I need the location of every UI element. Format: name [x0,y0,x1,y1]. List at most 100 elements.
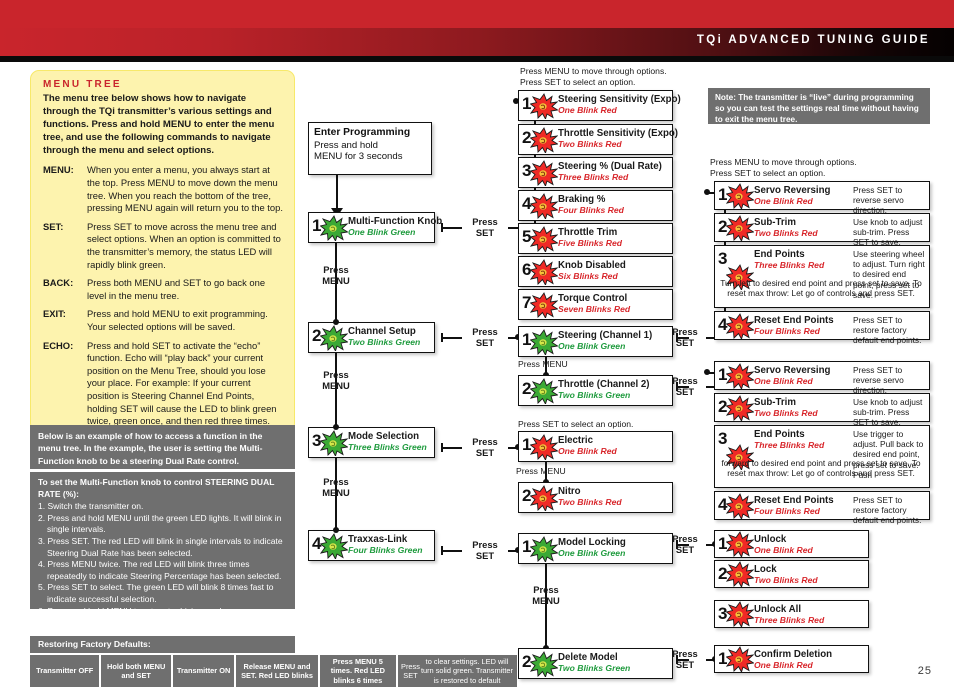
node-extra-note: forward to desired end point and press s… [721,458,921,479]
menu-tree-text: Press and hold MENU to exit programming.… [87,308,268,332]
node-end-points-throttle[interactable]: 3 End Points Three Blinks Red Use trigge… [714,425,930,488]
node-text: Lock Two Blinks Red [753,561,868,587]
node-knob-disabled[interactable]: 6 Knob Disabled Six Blinks Red [518,256,673,287]
table-cell-rest: to clear settings. LED will turn solid g… [420,656,513,685]
node-label: Steering (Channel 1) [558,330,653,341]
node-reset-end-points-throttle[interactable]: 4 Reset End Points Four Blinks Red Press… [714,491,930,525]
press-set-label: Press SET [472,436,498,458]
restore-defaults-heading: Restoring Factory Defaults: [30,636,295,653]
node-blink: Three Blinks Red [558,172,629,182]
menu-tree-row-back: BACK: Press both MENU and SET to go back… [43,277,284,302]
led-burst-red-icon [726,312,754,339]
enter-programming-line2: Press and hold [314,139,378,151]
hint-line1: Press MENU to move through options. [520,66,667,76]
connector-line [441,447,462,449]
led-burst-red-icon [530,483,558,512]
node-throttle-channel2[interactable]: 2 Throttle (Channel 2) Two Blinks Green [518,375,673,406]
led-burst-green-icon [530,327,558,356]
node-sub-trim-throttle[interactable]: 2 Sub-Trim Two Blinks Red Use knob to ad… [714,393,930,428]
led-burst-red-icon [726,646,754,672]
node-delete-model[interactable]: 2 Delete Model Two Blinks Green [518,648,673,679]
led-burst-red-icon [530,257,558,286]
node-model-locking[interactable]: 1 Model Locking One Blink Green [518,533,673,564]
node-braking-percent[interactable]: 4 Braking % Four Blinks Red [518,190,673,221]
node-label: Model Locking [558,537,626,548]
led-burst-red-icon [530,91,558,120]
node-multi-function-knob[interactable]: 1 Multi-Function Knob One Blink Green [308,212,442,243]
node-end-points-steering[interactable]: 3 End Points Three Blinks Red Use steeri… [714,245,930,308]
header-black-rule [0,56,954,62]
node-torque-control[interactable]: 7 Torque Control Seven Blinks Red [518,289,673,320]
node-description: Press SET to restore factory default end… [853,315,922,346]
node-extra-note: Turn left to desired end point and press… [720,278,922,299]
node-label: End Points [754,249,805,260]
led-burst-red-icon [530,224,558,253]
node-label: Unlock All [754,604,802,615]
node-electric[interactable]: 1 Electric One Blink Red [518,431,673,462]
node-blink: Two Blinks Red [754,408,818,418]
node-label: Lock [754,564,777,575]
node-text: Throttle (Channel 2) Two Blinks Green [557,376,672,405]
menu-tree-key: MENU: [43,164,74,176]
node-label: Steering Sensitivity (Expo) [558,94,681,105]
menu-tree-row-menu: MENU: When you enter a menu, you always … [43,164,284,214]
led-burst-green-icon [530,534,558,563]
node-channel-setup[interactable]: 2 Channel Setup Two Blinks Green [308,322,435,353]
node-traxxas-link[interactable]: 4 Traxxas-Link Four Blinks Green [308,530,435,561]
node-nitro[interactable]: 2 Nitro Two Blinks Red [518,482,673,513]
node-sub-trim-steering[interactable]: 2 Sub-Trim Two Blinks Red Use knob to ad… [714,213,930,247]
node-throttle-sensitivity[interactable]: 2 Throttle Sensitivity (Expo) Two Blinks… [518,124,678,155]
node-blink: Four Blinks Red [558,205,624,215]
menu-tree-text: When you enter a menu, you always start … [87,164,283,214]
node-lock[interactable]: 2 Lock Two Blinks Red [714,560,869,588]
node-label: Torque Control [558,293,628,304]
connector-dot [333,319,339,325]
node-servo-reversing-throttle[interactable]: 1 Servo Reversing One Blink Red Press SE… [714,361,930,395]
connector-line [441,337,462,339]
press-set-label: Press SET [672,375,698,397]
node-blink: Seven Blinks Red [558,304,631,314]
node-text: Sub-Trim Two Blinks Red [753,394,853,421]
node-label: Servo Reversing [754,365,831,376]
node-description: Use knob to adjust sub-trim. Press SET t… [853,397,923,428]
node-unlock[interactable]: 1 Unlock One Blink Red [714,530,869,558]
example-steps-panel: To set the Multi-Function knob to contro… [30,472,295,616]
node-blink: Three Blinks Green [348,442,427,452]
node-steering-percent[interactable]: 3 Steering % (Dual Rate) Three Blinks Re… [518,157,673,188]
press-set-label: Press SET [672,326,698,348]
menu-tree-intro: The menu tree below shows how to navigat… [43,93,275,157]
node-mode-selection[interactable]: 3 Mode Selection Three Blinks Green [308,427,435,458]
led-burst-red-icon [726,362,754,389]
menu-tree-heading: MENU TREE [43,79,122,90]
node-text: Nitro Two Blinks Red [557,483,672,512]
press-set-label: Press SET [672,648,698,670]
node-servo-reversing-steering[interactable]: 1 Servo Reversing One Blink Red Press SE… [714,181,930,215]
node-confirm-deletion[interactable]: 1 Confirm Deletion One Blink Red [714,645,869,673]
press-menu-inline-label: Press MENU [518,359,568,369]
node-text: Model Locking One Blink Green [557,534,672,563]
node-steering-sensitivity[interactable]: 1 Steering Sensitivity (Expo) One Blink … [518,90,681,121]
node-label: Mode Selection [348,431,420,442]
node-blink: Four Blinks Red [754,326,820,336]
node-label: Traxxas-Link [348,534,408,545]
node-text: Servo Reversing One Blink Red [753,362,853,389]
press-set-inline-label: Press SET to select an option. [518,419,634,429]
menu-tree-panel: MENU TREE The menu tree below shows how … [30,70,295,451]
page-number: 25 [917,665,932,677]
enter-programming-title: Enter Programming [314,127,411,138]
press-set-label: Press SET [472,539,498,561]
connector-dot [704,369,710,375]
node-unlock-all[interactable]: 3 Unlock All Three Blinks Red [714,600,869,628]
node-reset-end-points-steering[interactable]: 4 Reset End Points Four Blinks Red Press… [714,311,930,346]
press-menu-inline-label: Press MENU [516,466,566,476]
node-throttle-trim[interactable]: 5 Throttle Trim Five Blinks Red [518,223,673,254]
node-blink: One Blink Green [348,227,416,237]
press-set-label: Press SET [672,533,698,555]
node-text: Delete Model Two Blinks Green [557,649,672,678]
list-item: 4. Press MENU twice. The red LED will bl… [38,559,282,581]
node-label: Braking % [558,194,606,205]
led-burst-green-icon [530,649,558,678]
node-blink: One Blink Red [754,660,813,670]
node-text: Knob Disabled Six Blinks Red [557,257,672,286]
node-steering-channel1[interactable]: 1 Steering (Channel 1) One Blink Green [518,326,673,357]
